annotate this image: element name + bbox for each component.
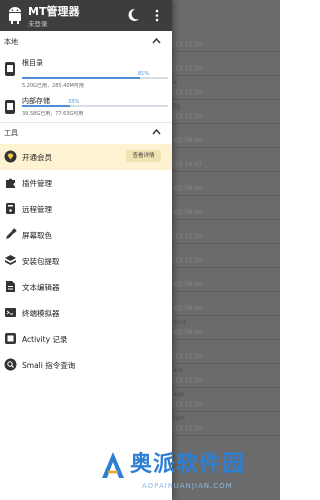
background-file-date: -13 15:10 [173,113,202,120]
background-file-name: ard [173,367,183,374]
background-file-date: -13 15:10 [173,425,202,432]
tool-label: 终端模拟器 [22,309,60,318]
background-file-date: -13 15:10 [173,401,202,408]
storage-progress: 33% [22,99,168,107]
background-file-row: -13 15:10 [170,340,280,364]
tool-label: 文本编辑器 [22,283,60,292]
background-file-row: age -13 15:10 [170,388,280,412]
background-file-date: -13 15:10 [173,353,202,360]
background-file-name: age [173,391,185,398]
terminal-icon [5,308,16,317]
tool-activity-log[interactable]: Activity 记录 [0,326,172,352]
tool-label: Smali 指令查询 [22,361,76,370]
package-icon [5,255,16,265]
background-file-date: -13 15:10 [173,257,202,264]
watermark: 奥派软件园 AOPAIRUANJIAN.COM [100,446,270,494]
tools-section-header[interactable]: 工具 [0,122,172,144]
tool-text-editor[interactable]: 文本编辑器 [0,274,172,300]
background-file-date: -01 08:00 [173,137,202,144]
tool-terminal[interactable]: 终端模拟器 [0,300,172,326]
background-file-name: tem [173,415,185,422]
background-file-row: tem -13 15:10 [170,412,280,436]
watermark-text: 奥派软件园 [130,452,246,477]
background-file-name: duct [173,319,187,326]
storage-percent: 81% [138,71,150,77]
diamond-icon [4,150,17,163]
tool-label: 远程管理 [22,205,52,214]
watermark-logo-icon [102,452,124,478]
tool-smali-lookup[interactable]: Smali 指令查询 [0,352,172,378]
background-file-row: -01 08:00 [170,196,280,220]
background-file-row: -01 08:00 [170,124,280,148]
background-file-row: ard -13 15:10 [170,364,280,388]
background-file-date: -01 08:00 [173,281,202,288]
section-title: 工具 [4,129,18,137]
android-icon [9,7,21,24]
storage-progress: 81% [22,71,168,79]
phone-storage-icon [5,62,15,76]
background-file-row: -13 15:10 [170,220,280,244]
background-file-date: -13 15:10 [173,65,202,72]
tool-label: 安装包提取 [22,257,60,266]
tool-apk-extract[interactable]: 安装包提取 [0,248,172,274]
view-details-button[interactable]: 查看详情 [126,150,161,162]
background-file-row: e -13 15:10 [170,76,280,100]
background-file-row: -13 15:10 [170,244,280,268]
background-file-date: -13 15:10 [173,41,202,48]
tool-plugins[interactable]: 插件管理 [0,170,172,196]
background-file-date: -13 15:10 [173,377,202,384]
background-file-date: -13 15:10 [173,89,202,96]
puzzle-icon [6,178,15,188]
storage-detail: 5.20G已用，285.40M可用 [22,83,84,89]
tool-label: 插件管理 [22,179,52,188]
chevron-up-icon[interactable] [152,37,161,45]
background-file-row: -13 15:10 [170,28,280,52]
navigation-drawer: MT管理器 未登录 本地 根目录 81% 5.20G已用，285.40M可用 内… [0,0,172,500]
storage-detail: 39.58G已用，77.63G可用 [22,111,84,117]
storage-name: 根目录 [22,59,43,67]
drawer-header: MT管理器 未登录 [0,0,172,31]
storage-root[interactable]: 根目录 81% 5.20G已用，285.40M可用 [0,53,172,91]
background-file-row: -01 08:00 [170,268,280,292]
chevron-up-icon[interactable] [152,128,161,136]
remote-icon [6,203,15,214]
tool-color-picker[interactable]: 屏幕取色 [0,222,172,248]
background-file-date: -01 08:00 [173,329,202,336]
background-file-row: -01 08:00 [170,172,280,196]
activity-icon [5,333,16,344]
login-status[interactable]: 未登录 [28,18,48,28]
tool-label: 屏幕取色 [22,231,52,240]
tool-vip[interactable]: 开通会员 查看详情 [0,144,172,170]
background-file-name: e [173,79,177,86]
background-file-date: -01 08:00 [173,305,202,312]
local-section-header[interactable]: 本地 [0,31,172,53]
text-editor-icon [6,281,15,292]
background-file-date: -13 15:10 [173,233,202,240]
search-icon [4,358,17,371]
app-title: MT管理器 [28,5,80,18]
background-file-row: fig -13 15:10 [170,100,280,124]
background-file-name: fig [173,103,181,110]
background-file-date: -01 08:00 [173,185,202,192]
background-file-row: -25 16:57 [170,148,280,172]
background-file-row: duct -01 08:00 [170,316,280,340]
background-file-row: -13 15:10 [170,52,280,76]
storage-percent: 33% [68,99,80,105]
background-file-date: -01 08:00 [173,209,202,216]
color-picker-icon [6,228,17,239]
night-mode-icon[interactable] [128,8,140,22]
background-file-row: -01 08:00 [170,292,280,316]
section-title: 本地 [4,38,18,46]
more-options-icon[interactable] [155,9,159,22]
background-file-date: -25 16:57 [173,161,202,168]
tool-label: Activity 记录 [22,335,68,344]
watermark-url: AOPAIRUANJIAN.COM [142,482,233,490]
tool-remote[interactable]: 远程管理 [0,196,172,222]
phone-storage-icon [5,100,15,114]
tool-label: 开通会员 [22,153,52,162]
